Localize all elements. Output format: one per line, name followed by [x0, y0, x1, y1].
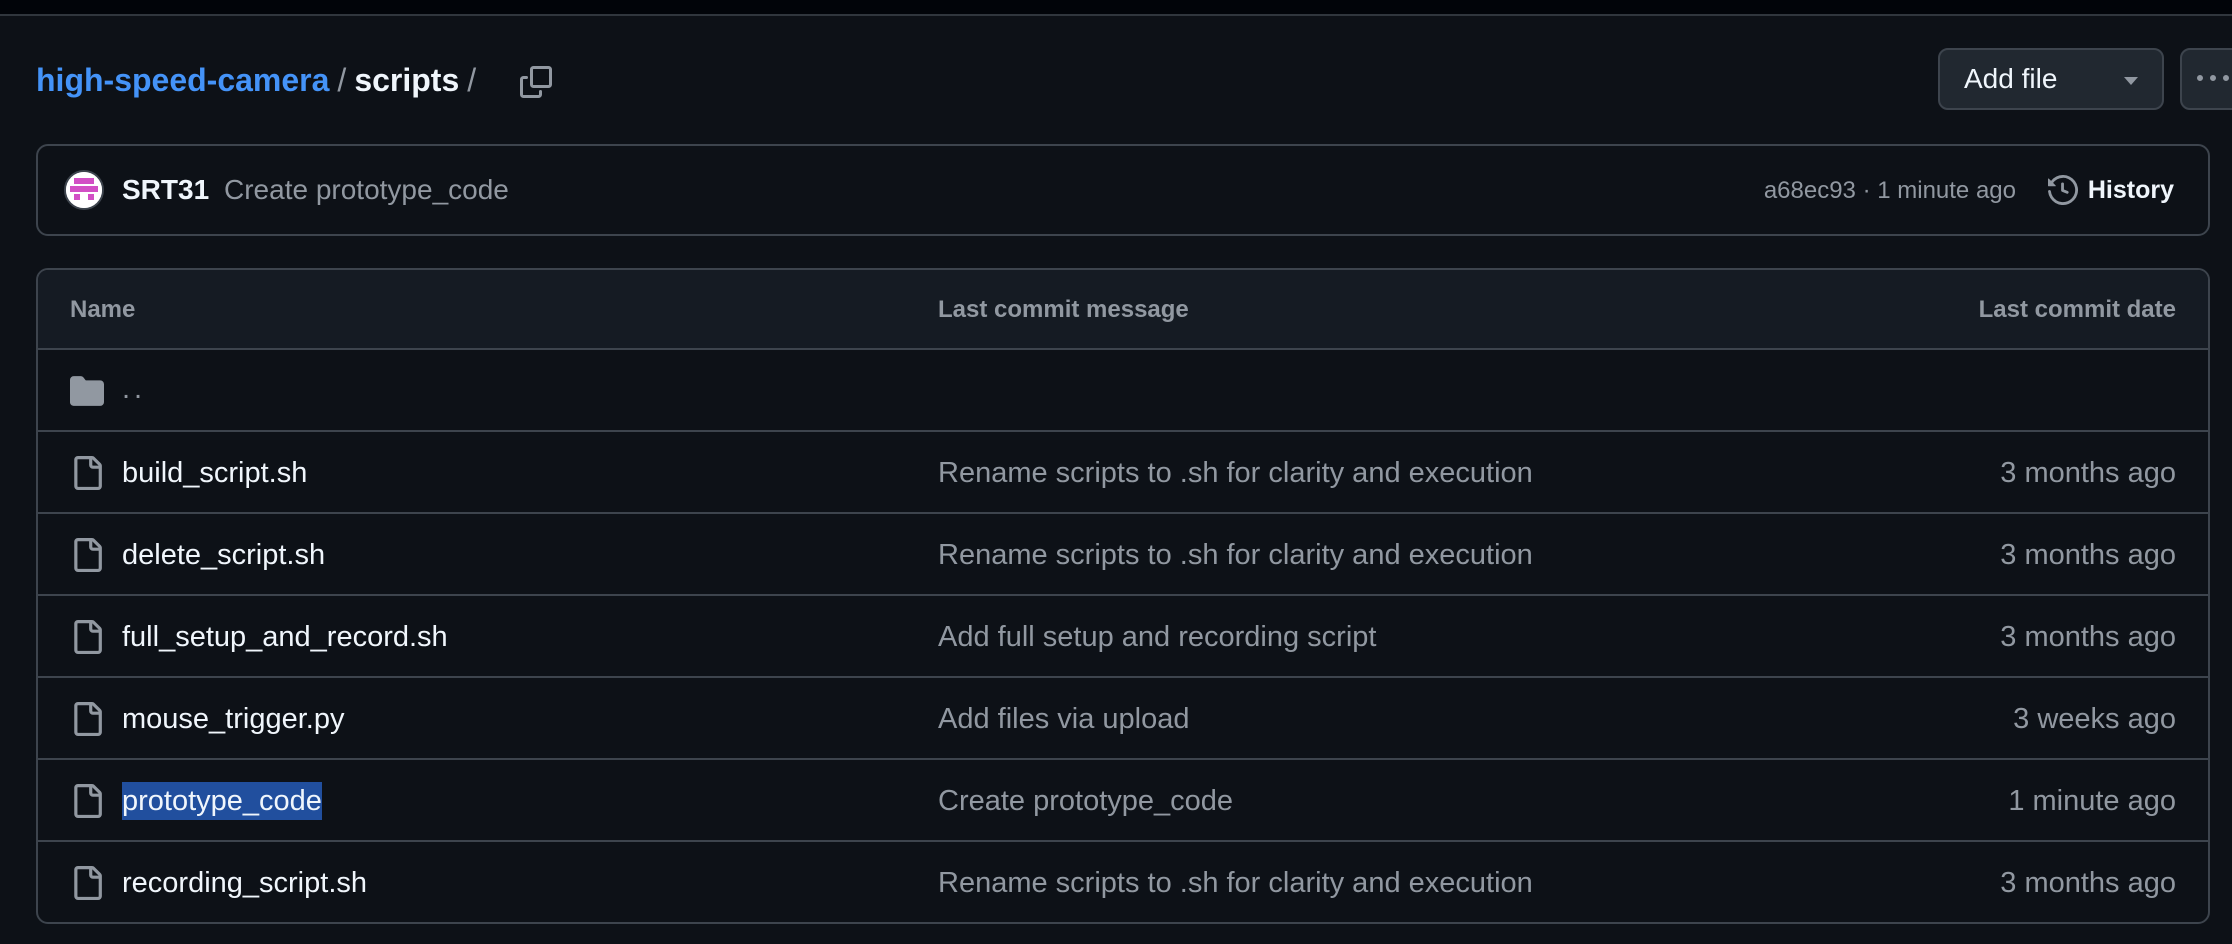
file-name-link[interactable]: mouse_trigger.py	[122, 700, 344, 738]
history-button[interactable]: History	[2047, 172, 2174, 208]
parent-directory-row[interactable]: ..	[38, 350, 2208, 432]
column-header-name: Name	[70, 296, 136, 323]
breadcrumb-current-folder: scripts	[354, 62, 460, 98]
more-options-button[interactable]	[2180, 48, 2232, 110]
caret-down-icon	[2124, 77, 2138, 85]
file-commit-date: 3 months ago	[2000, 867, 2176, 899]
file-name-link[interactable]: delete_script.sh	[122, 536, 325, 574]
file-name-link-selected[interactable]: prototype_code	[122, 782, 322, 820]
file-commit-message[interactable]: Add full setup and recording script	[938, 618, 1376, 656]
table-row[interactable]: recording_script.sh Rename scripts to .s…	[38, 842, 2208, 922]
history-icon	[2047, 175, 2078, 205]
column-header-date: Last commit date	[1978, 296, 2176, 323]
file-commit-date: 3 months ago	[2000, 457, 2176, 489]
add-file-button[interactable]: Add file	[1938, 48, 2164, 110]
latest-commit-bar: SRT31 Create prototype_code a68ec93 · 1 …	[36, 144, 2210, 236]
copy-path-button[interactable]	[512, 58, 560, 106]
add-file-label: Add file	[1964, 63, 2058, 94]
breadcrumb-repo-link[interactable]: high-speed-camera	[36, 60, 329, 100]
file-table: Name Last commit message Last commit dat…	[36, 268, 2210, 924]
table-header: Name Last commit message Last commit dat…	[38, 270, 2208, 350]
commit-message[interactable]: Create prototype_code	[224, 172, 509, 208]
avatar[interactable]	[64, 170, 104, 210]
file-commit-message[interactable]: Create prototype_code	[938, 782, 1233, 820]
file-name-link[interactable]: build_script.sh	[122, 454, 307, 492]
file-icon	[74, 538, 102, 572]
top-border	[0, 0, 2232, 16]
file-icon	[74, 866, 102, 900]
file-commit-message[interactable]: Rename scripts to .sh for clarity and ex…	[938, 536, 1533, 574]
identicon-icon	[66, 172, 102, 208]
folder-icon	[70, 376, 104, 406]
file-name-link[interactable]: recording_script.sh	[122, 864, 367, 902]
commit-hash-and-time[interactable]: a68ec93 · 1 minute ago	[1764, 174, 2016, 208]
history-label: History	[2087, 176, 2174, 204]
table-row[interactable]: prototype_code Create prototype_code 1 m…	[38, 760, 2208, 842]
file-commit-message[interactable]: Add files via upload	[938, 700, 1190, 738]
table-row[interactable]: mouse_trigger.py Add files via upload 3 …	[38, 678, 2208, 760]
table-row[interactable]: full_setup_and_record.sh Add full setup …	[38, 596, 2208, 678]
directory-header: high-speed-camera / scripts / Add file	[36, 44, 2232, 116]
file-commit-date: 1 minute ago	[2008, 785, 2176, 817]
file-icon	[74, 702, 102, 736]
file-commit-date: 3 months ago	[2000, 539, 2176, 571]
table-row[interactable]: delete_script.sh Rename scripts to .sh f…	[38, 514, 2208, 596]
breadcrumb-separator: /	[337, 62, 347, 98]
breadcrumb: high-speed-camera / scripts /	[36, 60, 484, 100]
file-icon	[74, 456, 102, 490]
file-commit-date: 3 weeks ago	[2013, 703, 2176, 735]
file-commit-date: 3 months ago	[2000, 621, 2176, 653]
commit-author[interactable]: SRT31	[122, 172, 209, 208]
file-commit-message[interactable]: Rename scripts to .sh for clarity and ex…	[938, 864, 1533, 902]
file-icon	[74, 620, 102, 654]
column-header-message: Last commit message	[938, 296, 1189, 323]
parent-directory-link[interactable]: ..	[122, 370, 146, 408]
file-icon	[74, 784, 102, 818]
kebab-horizontal-icon	[2197, 75, 2229, 81]
table-row[interactable]: build_script.sh Rename scripts to .sh fo…	[38, 432, 2208, 514]
breadcrumb-trailing-separator: /	[467, 62, 477, 98]
file-name-link[interactable]: full_setup_and_record.sh	[122, 618, 448, 656]
file-commit-message[interactable]: Rename scripts to .sh for clarity and ex…	[938, 454, 1533, 492]
copy-icon	[520, 66, 552, 98]
